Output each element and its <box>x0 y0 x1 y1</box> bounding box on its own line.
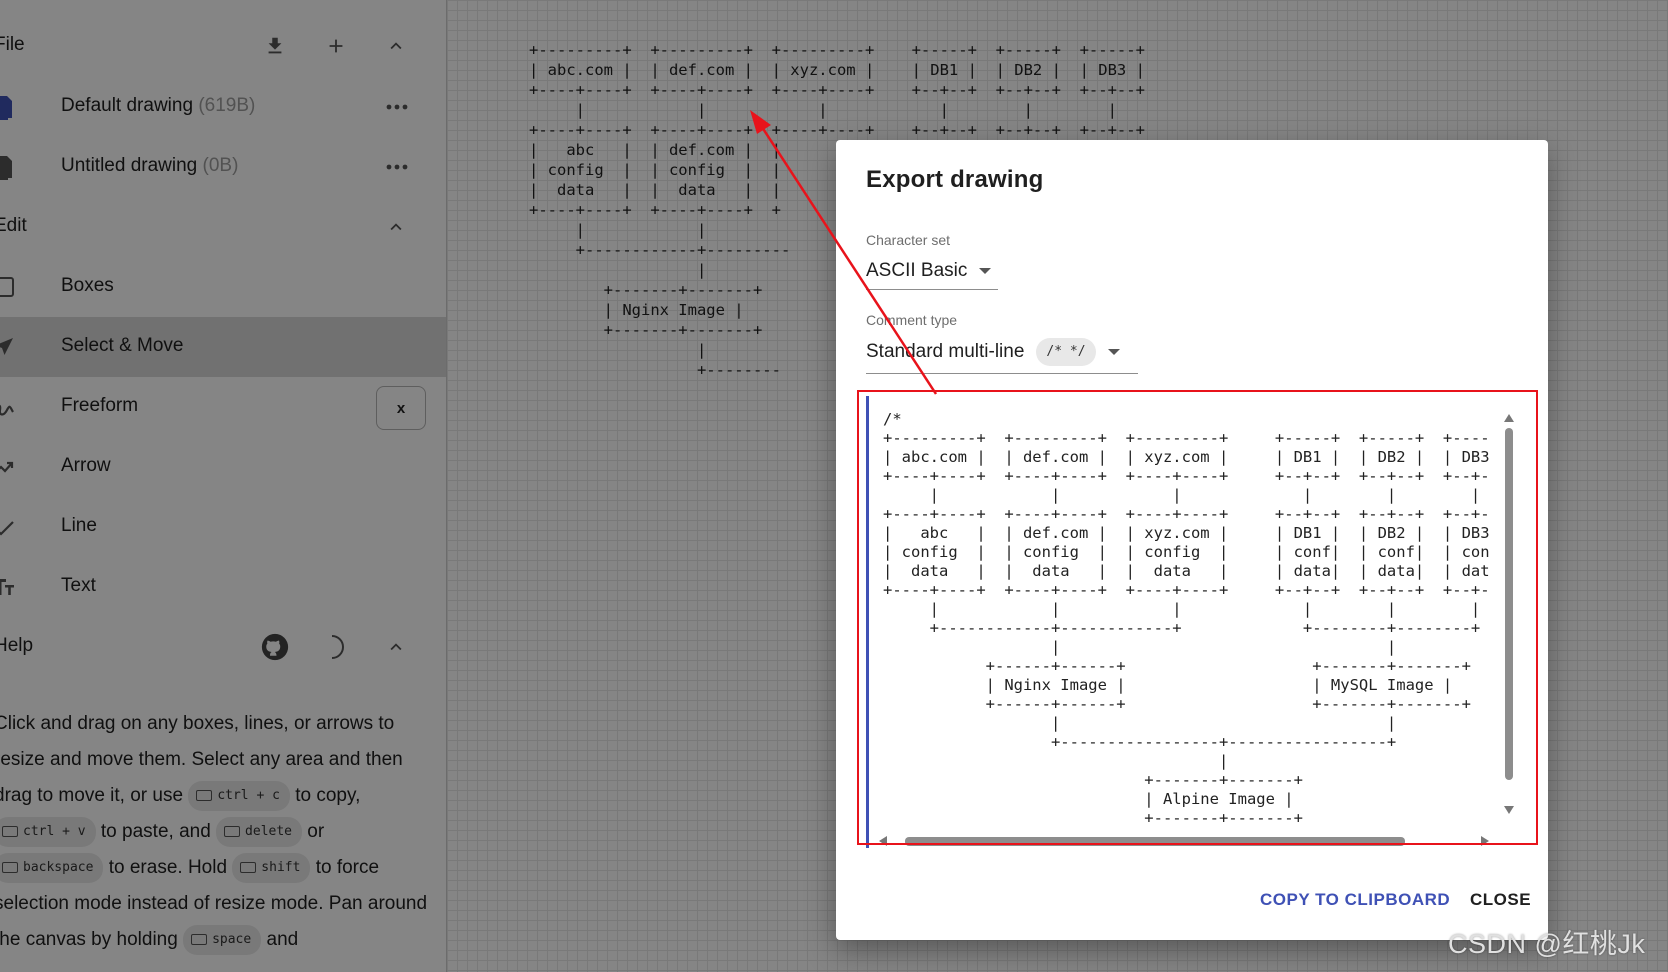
dropdown-arrow-icon <box>979 267 992 274</box>
dropdown-arrow-icon <box>1107 348 1120 355</box>
close-button[interactable]: CLOSE <box>1470 890 1531 910</box>
dialog-title: Export drawing <box>866 166 1044 193</box>
watermark: CSDN @红桃Jk <box>1448 929 1646 959</box>
copy-to-clipboard-button[interactable]: COPY TO CLIPBOARD <box>1260 890 1450 910</box>
charset-value: ASCII Basic <box>866 259 968 281</box>
charset-select[interactable]: ASCII Basic <box>866 252 998 290</box>
charset-label: Character set <box>866 232 951 248</box>
comment-syntax-chip: /* */ <box>1036 337 1096 366</box>
annotation-highlight-box <box>857 390 1538 845</box>
comment-type-value: Standard multi-line <box>866 340 1025 362</box>
comment-type-select[interactable]: Standard multi-line /* */ <box>866 330 1138 374</box>
comment-type-label: Comment type <box>866 312 958 328</box>
